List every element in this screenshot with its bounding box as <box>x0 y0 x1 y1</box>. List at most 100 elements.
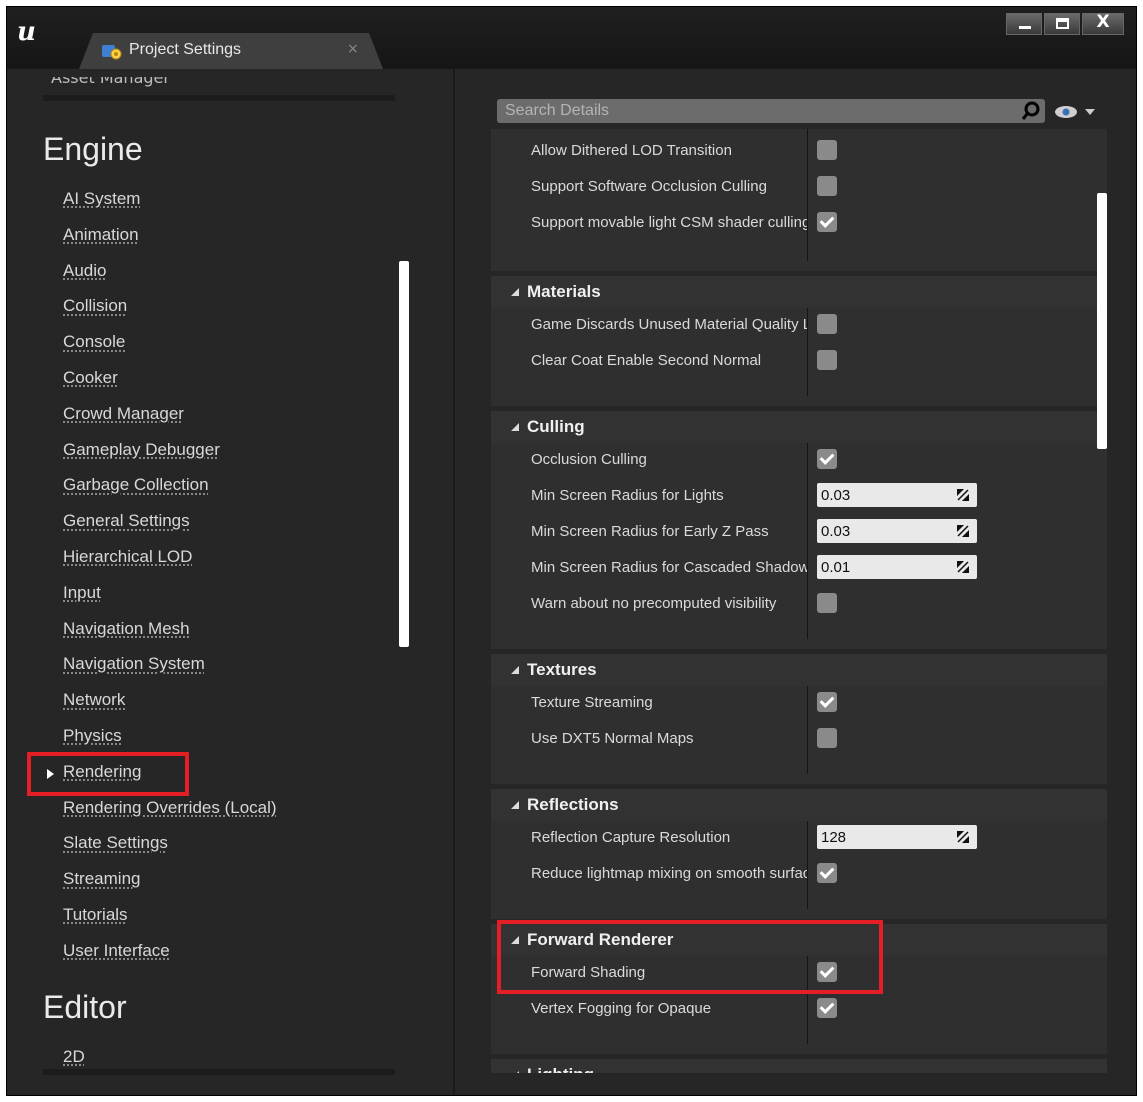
number-input[interactable] <box>821 521 941 541</box>
sidebar-item-2d[interactable]: 2D <box>63 1047 85 1067</box>
category-header-textures[interactable]: Textures <box>491 654 1107 686</box>
resize-arrows-icon[interactable] <box>957 525 969 537</box>
sidebar-item-streaming[interactable]: Streaming <box>63 869 140 889</box>
collapse-triangle-icon <box>511 423 519 431</box>
tab-project-settings[interactable]: Project Settings × <box>79 33 383 69</box>
property-label-reduce-lightmap-mixing-on-smooth-surfaces: Reduce lightmap mixing on smooth surface… <box>531 865 807 882</box>
sidebar-item-general-settings[interactable]: General Settings <box>63 511 190 531</box>
number-input[interactable] <box>821 827 941 847</box>
category-title: Textures <box>527 660 597 679</box>
view-options-chevron-icon[interactable] <box>1085 109 1095 115</box>
tab-title: Project Settings <box>129 41 242 58</box>
sidebar-item-console[interactable]: Console <box>63 332 125 352</box>
maximize-button[interactable] <box>1044 13 1080 35</box>
sidebar-item-crowd-manager[interactable]: Crowd Manager <box>63 404 184 424</box>
property-label-min-screen-radius-for-cascaded-shadow-maps: Min Screen Radius for Cascaded Shadow Ma… <box>531 559 807 576</box>
sidebar-item-slate-settings[interactable]: Slate Settings <box>63 833 168 853</box>
window-controls: X <box>1004 12 1124 35</box>
search-input[interactable] <box>505 99 1005 123</box>
category-header-reflections[interactable]: Reflections <box>491 789 1107 821</box>
sidebar-item-gameplay-debugger[interactable]: Gameplay Debugger <box>63 440 220 460</box>
resize-arrows-icon[interactable] <box>957 489 969 501</box>
minimize-button[interactable] <box>1006 13 1042 35</box>
sidebar-item-network[interactable]: Network <box>63 690 125 710</box>
sidebar-item-navigation-system[interactable]: Navigation System <box>63 654 205 674</box>
checkbox-use-dxt5-normal-maps[interactable] <box>817 728 837 748</box>
sidebar-item-physics[interactable]: Physics <box>63 726 122 746</box>
collapse-triangle-icon <box>511 288 519 296</box>
title-bar: u Project Settings × X <box>7 7 1136 69</box>
highlight-box-forward-renderer <box>497 920 883 994</box>
sidebar-item-garbage-collection[interactable]: Garbage Collection <box>63 475 209 495</box>
checkbox-vertex-fogging-for-opaque[interactable] <box>817 998 837 1018</box>
collapse-triangle-icon <box>511 666 519 674</box>
sidebar-item-rendering-overrides-local[interactable]: Rendering Overrides (Local) <box>63 798 277 818</box>
sidebar-item-cooker[interactable]: Cooker <box>63 368 118 388</box>
pane-splitter[interactable] <box>453 69 455 1095</box>
category-header-culling[interactable]: Culling <box>491 411 1107 443</box>
category-title: Reflections <box>527 795 619 814</box>
checkbox-game-discards-unused-material-quality-levels[interactable] <box>817 314 837 334</box>
sidebar-item-input[interactable]: Input <box>63 583 101 603</box>
column-divider[interactable] <box>807 686 808 774</box>
number-field-min-screen-radius-for-lights[interactable] <box>817 483 977 507</box>
section-heading-engine: Engine <box>43 131 143 167</box>
column-divider[interactable] <box>807 129 808 261</box>
settings-tab-icon <box>102 45 122 60</box>
close-tab-icon[interactable]: × <box>347 41 359 57</box>
property-label-support-movable-light-csm-shader-culling: Support movable light CSM shader culling <box>531 214 807 231</box>
number-input[interactable] <box>821 557 941 577</box>
resize-arrows-icon[interactable] <box>957 561 969 573</box>
collapse-triangle-icon <box>511 1071 519 1073</box>
property-label-allow-dithered-lod-transition: Allow Dithered LOD Transition <box>531 142 732 159</box>
sidebar-item-tutorials[interactable]: Tutorials <box>63 905 128 925</box>
unreal-logo-icon: u <box>17 17 36 47</box>
checkbox-support-movable-light-csm-shader-culling[interactable] <box>817 212 837 232</box>
nav-item-asset-manager[interactable]: Asset Manager <box>51 77 170 87</box>
collapse-triangle-icon <box>511 801 519 809</box>
resize-arrows-icon[interactable] <box>957 831 969 843</box>
category-header-materials[interactable]: Materials <box>491 276 1107 308</box>
nav-scrollbar-thumb[interactable] <box>399 261 409 647</box>
property-label-texture-streaming: Texture Streaming <box>531 694 653 711</box>
sidebar-item-navigation-mesh[interactable]: Navigation Mesh <box>63 619 190 639</box>
search-icon[interactable] <box>1021 101 1041 121</box>
checkbox-warn-about-no-precomputed-visibility[interactable] <box>817 593 837 613</box>
sidebar-item-collision[interactable]: Collision <box>63 296 127 316</box>
sidebar-item-animation[interactable]: Animation <box>63 225 139 245</box>
number-field-reflection-capture-resolution[interactable] <box>817 825 977 849</box>
checkbox-clear-coat-enable-second-normal[interactable] <box>817 350 837 370</box>
search-details-field[interactable] <box>497 99 1045 123</box>
close-icon: X <box>1096 12 1110 32</box>
details-panel: Allow Dithered LOD Transition Support Sof… <box>491 129 1107 1073</box>
details-scrollbar-thumb[interactable] <box>1097 193 1107 449</box>
checkbox-occlusion-culling[interactable] <box>817 449 837 469</box>
category-title: Lighting <box>527 1065 594 1073</box>
category-header-lighting[interactable]: Lighting <box>491 1059 1107 1073</box>
checkbox-reduce-lightmap-mixing-on-smooth-surfaces[interactable] <box>817 863 837 883</box>
property-label-vertex-fogging-for-opaque: Vertex Fogging for Opaque <box>531 1000 712 1017</box>
checkbox-texture-streaming[interactable] <box>817 692 837 712</box>
settings-nav-pane: Asset Manager Engine AI System Animation Au… <box>7 69 447 1095</box>
eye-icon[interactable] <box>1053 103 1079 121</box>
property-label-game-discards-unused-material-quality-levels: Game Discards Unused Material Quality Le… <box>531 316 807 333</box>
close-window-button[interactable]: X <box>1082 12 1124 35</box>
category-body-culling <box>491 443 1107 649</box>
sidebar-item-user-interface[interactable]: User Interface <box>63 941 170 961</box>
column-divider[interactable] <box>807 308 808 396</box>
sidebar-item-audio[interactable]: Audio <box>63 261 106 281</box>
property-label-occlusion-culling: Occlusion Culling <box>531 451 647 468</box>
column-divider[interactable] <box>807 443 808 639</box>
property-label-use-dxt5-normal-maps: Use DXT5 Normal Maps <box>531 730 694 747</box>
section-heading-editor: Editor <box>43 988 127 1025</box>
number-field-min-screen-radius-for-early-z-pass[interactable] <box>817 519 977 543</box>
checkbox-support-software-occlusion-culling[interactable] <box>817 176 837 196</box>
sidebar-item-hierarchical-lod[interactable]: Hierarchical LOD <box>63 547 192 567</box>
minimize-icon <box>1019 26 1031 29</box>
category-title: Materials <box>527 282 601 301</box>
number-field-min-screen-radius-for-cascaded-shadow-maps[interactable] <box>817 555 977 579</box>
checkbox-allow-dithered-lod-transition[interactable] <box>817 140 837 160</box>
column-divider[interactable] <box>807 821 808 909</box>
sidebar-item-ai-system[interactable]: AI System <box>63 189 140 209</box>
number-input[interactable] <box>821 485 941 505</box>
